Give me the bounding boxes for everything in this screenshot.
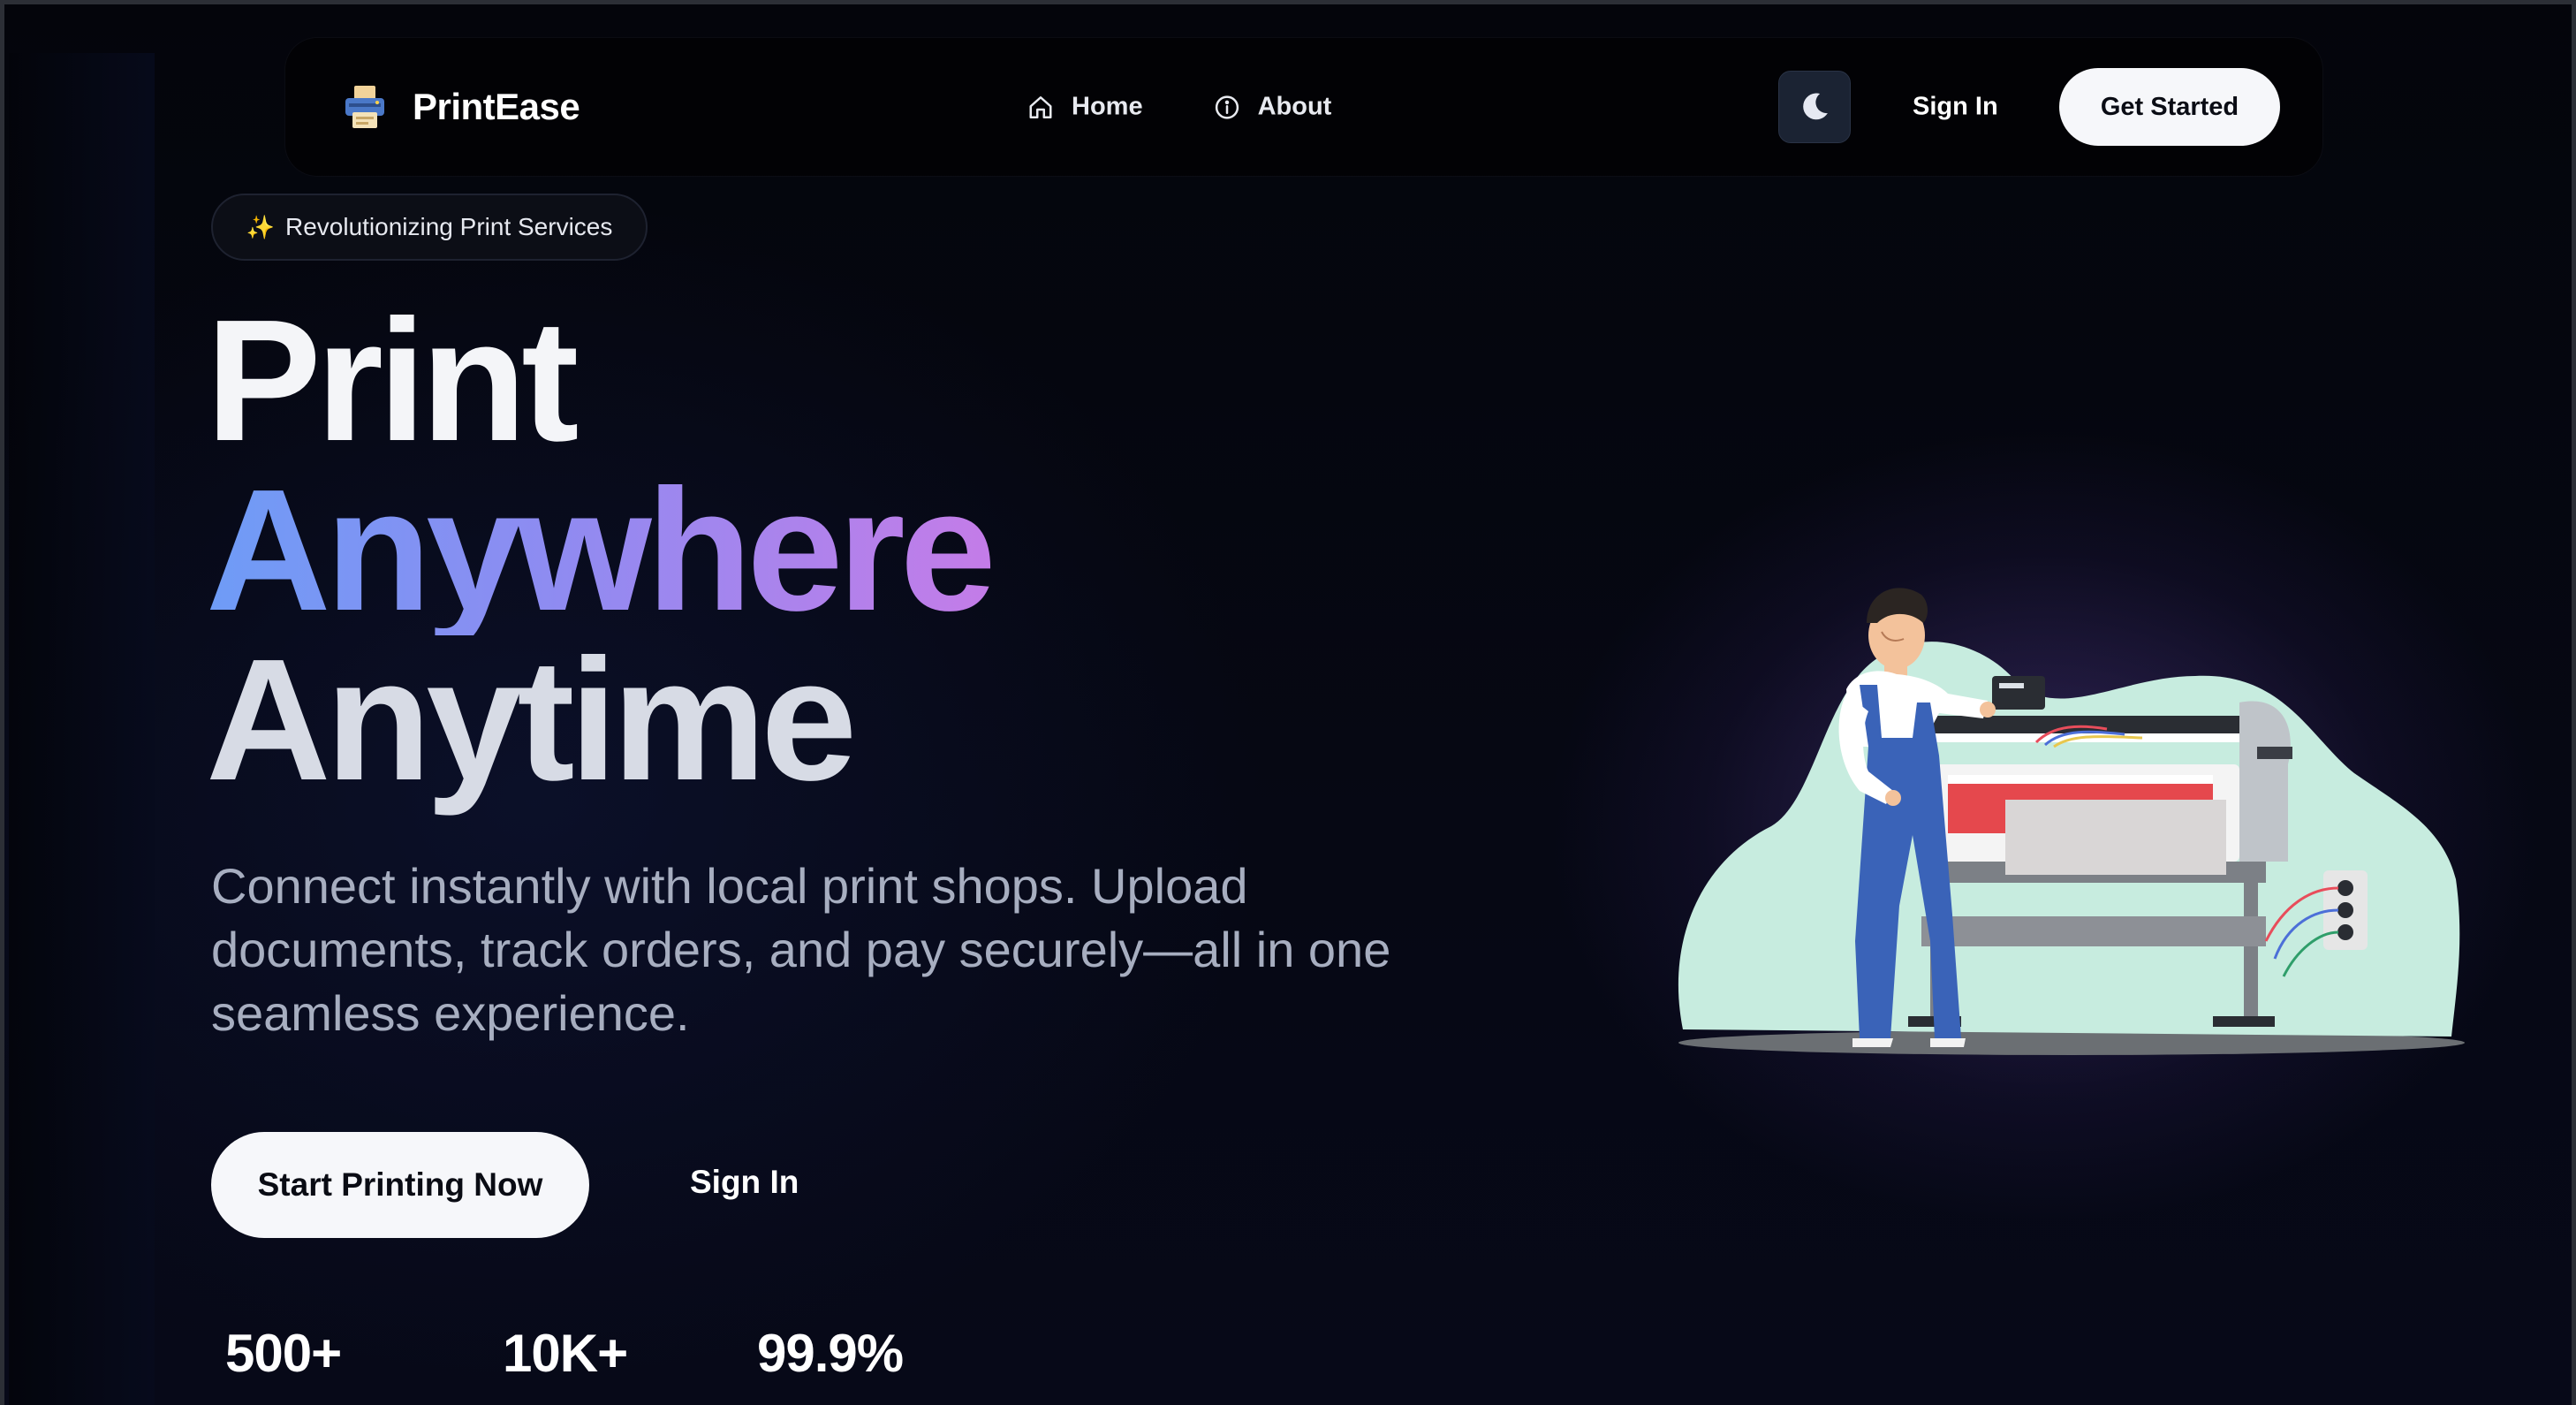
get-started-button[interactable]: Get Started [2059,68,2280,146]
nav-home[interactable]: Home [1027,93,1143,122]
start-printing-button[interactable]: Start Printing Now [211,1132,589,1238]
stats-row: 500+ 10K+ 99.9% [225,1323,904,1384]
nav-about[interactable]: About [1214,92,1332,122]
nav-links: Home About [1027,93,1331,122]
home-icon [1029,95,1052,118]
brand-name: PrintEase [413,86,580,127]
nav-signin-link[interactable]: Sign In [1913,93,1998,122]
left-shade [9,53,155,1405]
headline-line-3: Anytime [206,623,857,816]
moon-icon [1803,93,1828,120]
stat-uptime: 99.9% [757,1324,904,1383]
info-icon [1215,95,1239,119]
hero-subtitle: Connect instantly with local print shops… [211,858,1391,1041]
nav-home-label: Home [1072,92,1143,121]
nav-about-label: About [1257,92,1332,121]
headline-line-2: Anywhere [206,453,996,647]
sparkles-icon: ✨ [246,213,275,240]
app-window: PrintEase Home About Sign In Get Started… [0,0,2576,1405]
hero-badge-label: Revolutionizing Print Services [284,213,613,240]
printer-operator-illustration [1678,588,2465,1055]
navbar: PrintEase Home About Sign In Get Started [285,38,2322,176]
theme-toggle-button[interactable] [1778,71,1851,143]
hero-signin-link[interactable]: Sign In [690,1164,799,1201]
printer-control-panel [1992,676,2045,710]
hero-headline: Print Anywhere Anytime [206,284,996,816]
headline-line-1: Print [206,284,579,477]
hero-badge: ✨ Revolutionizing Print Services [211,194,648,261]
printer-icon [345,86,384,128]
stat-shops: 500+ [225,1324,342,1383]
stat-users: 10K+ [503,1324,628,1383]
brand[interactable]: PrintEase [344,84,580,130]
